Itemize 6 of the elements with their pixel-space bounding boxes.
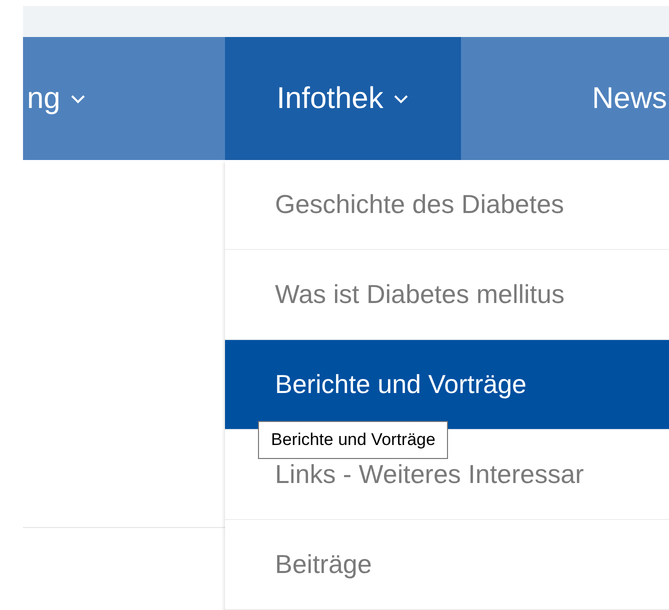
- menu-item[interactable]: Geschichte des Diabetes: [225, 160, 669, 250]
- menu-item[interactable]: Beiträge: [225, 520, 669, 610]
- tooltip: Berichte und Vorträge: [258, 421, 448, 459]
- menu-item[interactable]: Berichte und Vorträge: [225, 340, 669, 430]
- menu-item[interactable]: Was ist Diabetes mellitus: [225, 250, 669, 340]
- nav-item[interactable]: Infothek: [225, 37, 461, 160]
